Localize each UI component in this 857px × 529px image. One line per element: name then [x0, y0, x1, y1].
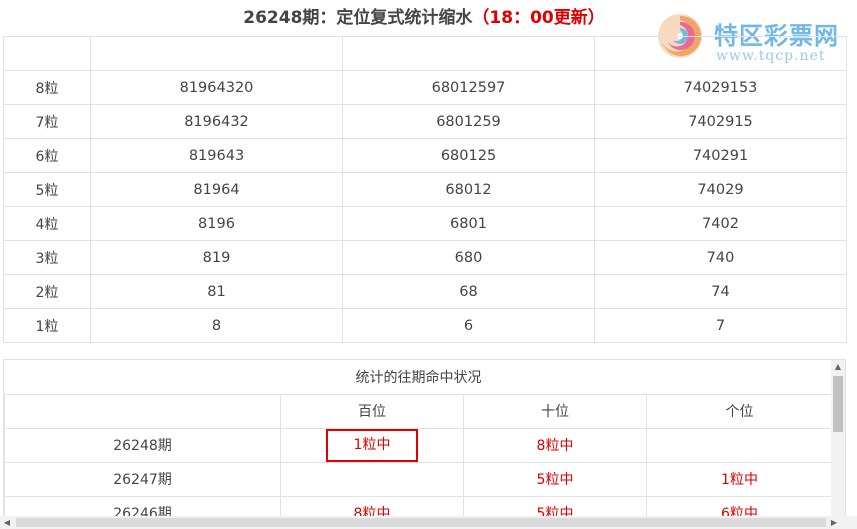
bai-hit: [280, 461, 464, 497]
shi-value: 680125: [342, 138, 595, 173]
shrink-table: 8粒 81964320 68012597 74029153 7粒 8196432…: [3, 36, 847, 343]
bai-value: 8196: [90, 206, 343, 241]
issue-number: 26247期: [4, 461, 281, 497]
row-label: 5粒: [3, 172, 91, 207]
table-header-row: [3, 36, 847, 71]
table-row: 26247期 5粒中 1粒中: [4, 461, 833, 497]
bai-value: 819: [90, 240, 343, 275]
shi-value: 6801: [342, 206, 595, 241]
ge-value: 740: [594, 240, 847, 275]
ge-value: 74: [594, 274, 847, 309]
bai-value: 819643: [90, 138, 343, 173]
title-main: 26248期：定位复式统计缩水: [243, 8, 473, 28]
page: 26248期：定位复式统计缩水（18：00更新） 特区彩票网 www.tqcp.…: [0, 0, 857, 529]
table-row: 6粒 819643 680125 740291: [3, 138, 847, 173]
ge-hit: [646, 427, 833, 463]
shi-value: 680: [342, 240, 595, 275]
highlight-box: 1粒中: [326, 428, 418, 462]
scroll-thumb[interactable]: [833, 376, 843, 432]
ge-hit: 1粒中: [646, 461, 833, 497]
shi-hit: 5粒中: [463, 461, 647, 497]
history-header-row: 百位 十位 个位: [4, 393, 833, 429]
row-label: 3粒: [3, 240, 91, 275]
ge-value: 74029153: [594, 70, 847, 105]
history-caption-row: 统计的往期命中状况: [4, 360, 833, 395]
bai-value: 8196432: [90, 104, 343, 139]
table-cell: [594, 36, 847, 71]
ge-value: 7402915: [594, 104, 847, 139]
column-header-bai: 百位: [280, 393, 464, 429]
scroll-up-icon[interactable]: ▲: [831, 360, 845, 374]
row-label: 4粒: [3, 206, 91, 241]
column-header: [4, 393, 281, 429]
history-panel: 统计的往期命中状况 百位 十位 个位 26248期 1粒中 8粒中 26247期…: [3, 359, 846, 529]
table-row: 26248期 1粒中 8粒中: [4, 427, 833, 463]
title-update-time: （18：00更新）: [472, 8, 605, 28]
ge-value: 74029: [594, 172, 847, 207]
scroll-right-icon[interactable]: ▶: [827, 516, 841, 529]
bai-value: 81964: [90, 172, 343, 207]
table-row: 5粒 81964 68012 74029: [3, 172, 847, 207]
bai-value: 8: [90, 308, 343, 343]
bai-value: 81964320: [90, 70, 343, 105]
shi-hit: 8粒中: [463, 427, 647, 463]
vertical-scrollbar[interactable]: ▲ ▼: [831, 360, 845, 528]
ge-value: 740291: [594, 138, 847, 173]
ge-value: 7402: [594, 206, 847, 241]
column-header-shi: 十位: [463, 393, 647, 429]
table-cell: [342, 36, 595, 71]
row-label: 8粒: [3, 70, 91, 105]
table-cell: [90, 36, 343, 71]
table-row: 3粒 819 680 740: [3, 240, 847, 275]
table-row: 2粒 81 68 74: [3, 274, 847, 309]
history-caption: 统计的往期命中状况: [4, 360, 833, 395]
bai-hit: 1粒中: [280, 427, 464, 463]
shi-value: 68012597: [342, 70, 595, 105]
bai-value: 81: [90, 274, 343, 309]
table-row: 4粒 8196 6801 7402: [3, 206, 847, 241]
shi-value: 68012: [342, 172, 595, 207]
shi-value: 6: [342, 308, 595, 343]
scroll-left-icon[interactable]: ◀: [0, 516, 14, 529]
row-label: 6粒: [3, 138, 91, 173]
table-row: 7粒 8196432 6801259 7402915: [3, 104, 847, 139]
history-table: 统计的往期命中状况 百位 十位 个位 26248期 1粒中 8粒中 26247期…: [4, 360, 833, 528]
table-row: 8粒 81964320 68012597 74029153: [3, 70, 847, 105]
row-label: 7粒: [3, 104, 91, 139]
row-label: 2粒: [3, 274, 91, 309]
scroll-thumb[interactable]: [16, 518, 826, 527]
issue-number: 26248期: [4, 427, 281, 463]
shi-value: 6801259: [342, 104, 595, 139]
ge-value: 7: [594, 308, 847, 343]
horizontal-scrollbar[interactable]: ◀ ▶: [0, 516, 857, 529]
row-label: 1粒: [3, 308, 91, 343]
table-cell: [3, 36, 91, 71]
shi-value: 68: [342, 274, 595, 309]
column-header-ge: 个位: [646, 393, 833, 429]
table-row: 1粒 8 6 7: [3, 308, 847, 343]
